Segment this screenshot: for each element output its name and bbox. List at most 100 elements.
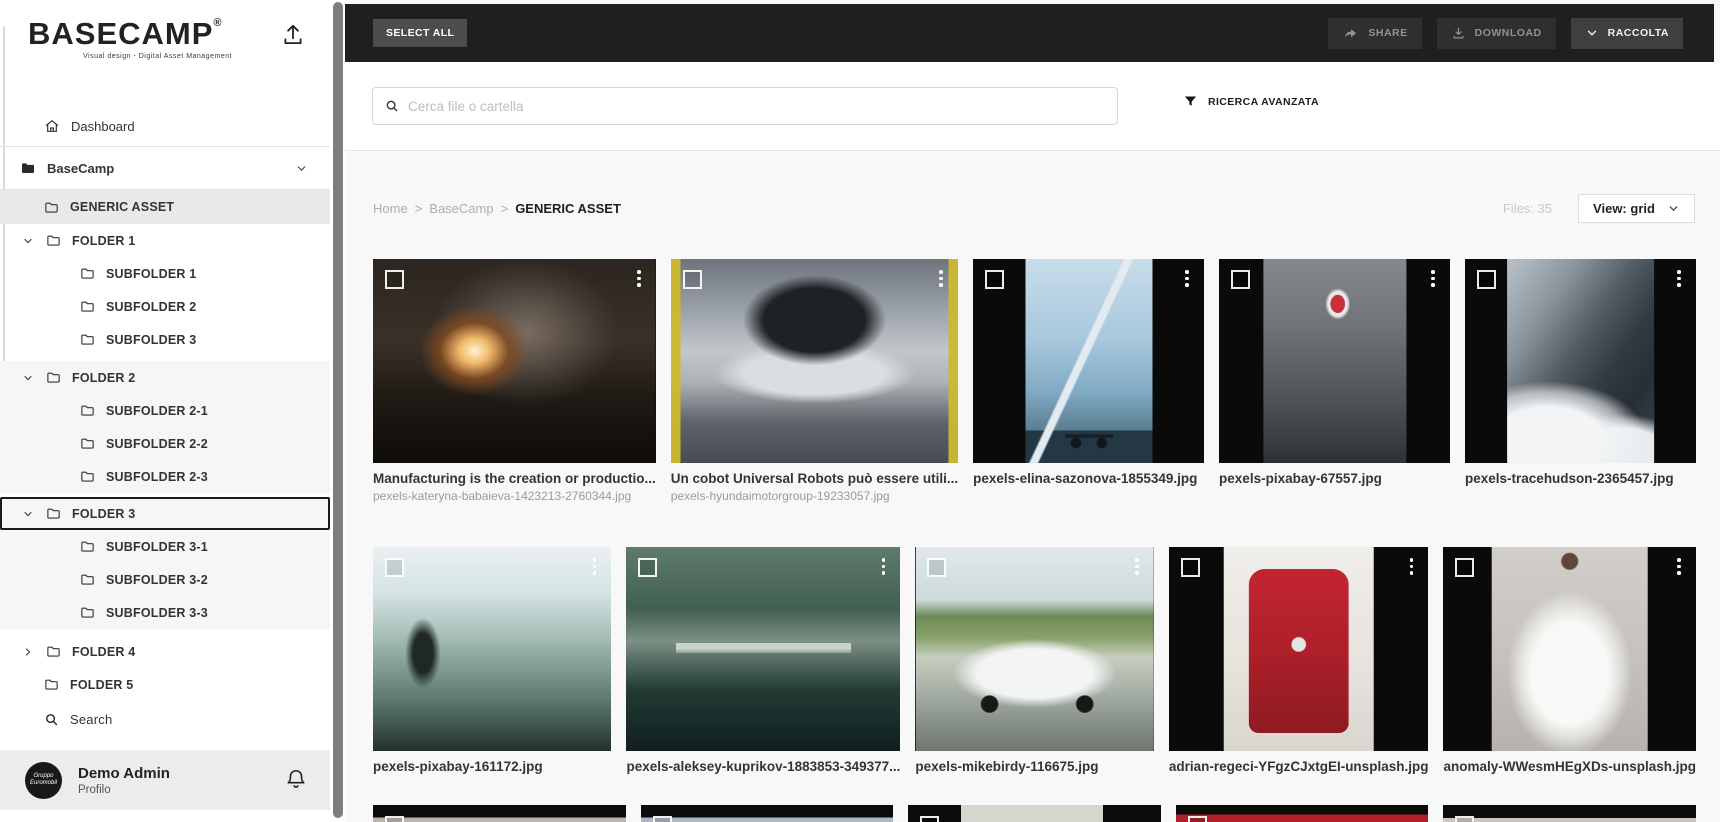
- kebab-menu-icon[interactable]: [1179, 268, 1195, 294]
- asset-thumbnail[interactable]: [373, 259, 656, 463]
- asset-thumbnail[interactable]: [670, 259, 959, 463]
- sidebar-item-subfolder2[interactable]: SUBFOLDER 2: [0, 290, 330, 323]
- select-checkbox[interactable]: [652, 816, 672, 822]
- chevron-down-icon[interactable]: [22, 508, 46, 520]
- sidebar-item-subfolder3[interactable]: SUBFOLDER 3: [0, 323, 330, 356]
- kebab-menu-icon[interactable]: [933, 268, 949, 294]
- folder-icon: [80, 572, 95, 587]
- asset-card[interactable]: Un cobot Universal Robots può essere uti…: [670, 259, 959, 505]
- sidebar-item-folder2[interactable]: FOLDER 2: [0, 361, 330, 394]
- asset-card[interactable]: [1175, 805, 1429, 822]
- breadcrumb-parent[interactable]: BaseCamp: [429, 201, 493, 216]
- sidebar-item-label: SUBFOLDER 2-2: [106, 436, 208, 451]
- asset-thumbnail[interactable]: [973, 259, 1205, 463]
- select-checkbox[interactable]: [638, 558, 658, 577]
- asset-card[interactable]: pexels-elina-sazonova-1855349.jpg: [973, 259, 1205, 505]
- asset-thumbnail[interactable]: [1465, 259, 1696, 463]
- asset-thumbnail[interactable]: [626, 547, 901, 751]
- asset-title: Manufacturing is the creation or product…: [373, 471, 656, 486]
- sidebar-item-subfolder3-1[interactable]: SUBFOLDER 3-1: [0, 530, 330, 563]
- asset-card[interactable]: adrian-regeci-YFgzCJxtgEI-unsplash.jpg: [1168, 547, 1429, 774]
- chevron-down-icon[interactable]: [22, 372, 46, 384]
- sidebar-item-subfolder2-2[interactable]: SUBFOLDER 2-2: [0, 427, 330, 460]
- folder-icon: [46, 506, 61, 521]
- download-button[interactable]: DOWNLOAD: [1436, 17, 1556, 49]
- select-all-button[interactable]: SELECT ALL: [373, 19, 468, 47]
- search-bar[interactable]: [372, 87, 1118, 125]
- asset-thumbnail[interactable]: [1219, 259, 1451, 463]
- sidebar-item-folder1[interactable]: FOLDER 1: [0, 224, 330, 257]
- sidebar-item-generic-asset[interactable]: GENERIC ASSET: [0, 190, 330, 224]
- sidebar-item-subfolder1[interactable]: SUBFOLDER 1: [0, 257, 330, 290]
- asset-thumbnail[interactable]: [1443, 547, 1696, 751]
- select-checkbox[interactable]: [385, 270, 404, 289]
- select-checkbox[interactable]: [385, 558, 404, 577]
- breadcrumb: Home > BaseCamp > GENERIC ASSET: [373, 201, 621, 216]
- chevron-down-icon[interactable]: [295, 162, 308, 175]
- sidebar-item-basecamp-root[interactable]: BaseCamp: [0, 146, 330, 190]
- share-icon: [1342, 26, 1359, 41]
- select-checkbox[interactable]: [1187, 816, 1207, 822]
- kebab-menu-icon[interactable]: [1425, 268, 1441, 294]
- select-checkbox[interactable]: [1180, 558, 1200, 577]
- sidebar-item-folder5[interactable]: FOLDER 5: [0, 668, 330, 701]
- select-checkbox[interactable]: [385, 816, 404, 822]
- sidebar-item-dashboard[interactable]: Dashboard: [0, 110, 330, 142]
- asset-grid-row-1: Manufacturing is the creation or product…: [373, 259, 1696, 505]
- select-checkbox[interactable]: [682, 270, 702, 289]
- select-checkbox[interactable]: [920, 816, 940, 822]
- sidebar-item-subfolder3-2[interactable]: SUBFOLDER 3-2: [0, 563, 330, 596]
- asset-thumbnail[interactable]: [373, 547, 612, 751]
- asset-card[interactable]: [1443, 805, 1696, 822]
- select-checkbox[interactable]: [927, 558, 947, 577]
- upload-icon[interactable]: [280, 22, 306, 48]
- asset-card[interactable]: pexels-mikebirdy-116675.jpg: [915, 547, 1154, 774]
- chevron-down-icon[interactable]: [22, 235, 46, 247]
- select-checkbox[interactable]: [985, 270, 1005, 289]
- asset-card[interactable]: pexels-tracehudson-2365457.jpg: [1465, 259, 1696, 505]
- search-icon: [44, 712, 59, 727]
- sidebar-item-subfolder2-3[interactable]: SUBFOLDER 2-3: [0, 460, 330, 493]
- asset-card[interactable]: pexels-pixabay-161172.jpg: [373, 547, 612, 774]
- kebab-menu-icon[interactable]: [1671, 556, 1687, 582]
- collection-button[interactable]: RACCOLTA: [1570, 17, 1683, 49]
- kebab-menu-icon[interactable]: [586, 556, 602, 582]
- sidebar-item-folder4[interactable]: FOLDER 4: [0, 635, 330, 668]
- kebab-menu-icon[interactable]: [631, 268, 647, 294]
- select-checkbox[interactable]: [1231, 270, 1251, 289]
- sidebar-item-label: SUBFOLDER 3-1: [106, 539, 208, 554]
- view-mode-select[interactable]: View: grid: [1578, 194, 1695, 223]
- kebab-menu-icon[interactable]: [875, 556, 891, 582]
- share-button[interactable]: SHARE: [1328, 17, 1422, 49]
- chevron-right-icon[interactable]: [22, 646, 46, 658]
- asset-card[interactable]: [640, 805, 894, 822]
- sidebar-item-folder3[interactable]: FOLDER 3: [0, 497, 330, 530]
- profile-bar[interactable]: Gruppo Euromobil Demo Admin Profilo: [0, 750, 330, 810]
- sidebar-item-subfolder3-3[interactable]: SUBFOLDER 3-3: [0, 596, 330, 629]
- kebab-menu-icon[interactable]: [1403, 556, 1419, 582]
- asset-card[interactable]: Manufacturing is the creation or product…: [373, 259, 656, 505]
- kebab-menu-icon[interactable]: [1129, 556, 1145, 582]
- thumbnail-image: [626, 547, 901, 751]
- asset-card[interactable]: pexels-pixabay-67557.jpg: [1219, 259, 1451, 505]
- sidebar-item-search[interactable]: Search: [0, 703, 330, 736]
- asset-card[interactable]: pexels-aleksey-kuprikov-1883853-349377..…: [626, 547, 901, 774]
- notifications-bell-icon[interactable]: [285, 767, 307, 791]
- breadcrumb-home[interactable]: Home: [373, 201, 408, 216]
- asset-card[interactable]: [908, 805, 1161, 822]
- profile-link[interactable]: Profilo: [78, 784, 170, 796]
- select-checkbox[interactable]: [1455, 558, 1475, 577]
- select-checkbox[interactable]: [1477, 270, 1497, 289]
- asset-card[interactable]: anomaly-WWesmHEgXDs-unsplash.jpg: [1443, 547, 1696, 774]
- asset-thumbnail[interactable]: [1168, 547, 1429, 751]
- sidebar-item-subfolder2-1[interactable]: SUBFOLDER 2-1: [0, 394, 330, 427]
- page-scrollbar[interactable]: [333, 2, 343, 818]
- search-input[interactable]: [408, 98, 1058, 114]
- select-checkbox[interactable]: [1455, 816, 1475, 822]
- thumbnail-image: [1223, 547, 1374, 751]
- kebab-menu-icon[interactable]: [1671, 268, 1687, 294]
- asset-thumbnail[interactable]: [915, 547, 1154, 751]
- asset-card[interactable]: [373, 805, 626, 822]
- advanced-search-button[interactable]: RICERCA AVANZATA: [1183, 94, 1319, 109]
- avatar[interactable]: Gruppo Euromobil: [25, 761, 62, 799]
